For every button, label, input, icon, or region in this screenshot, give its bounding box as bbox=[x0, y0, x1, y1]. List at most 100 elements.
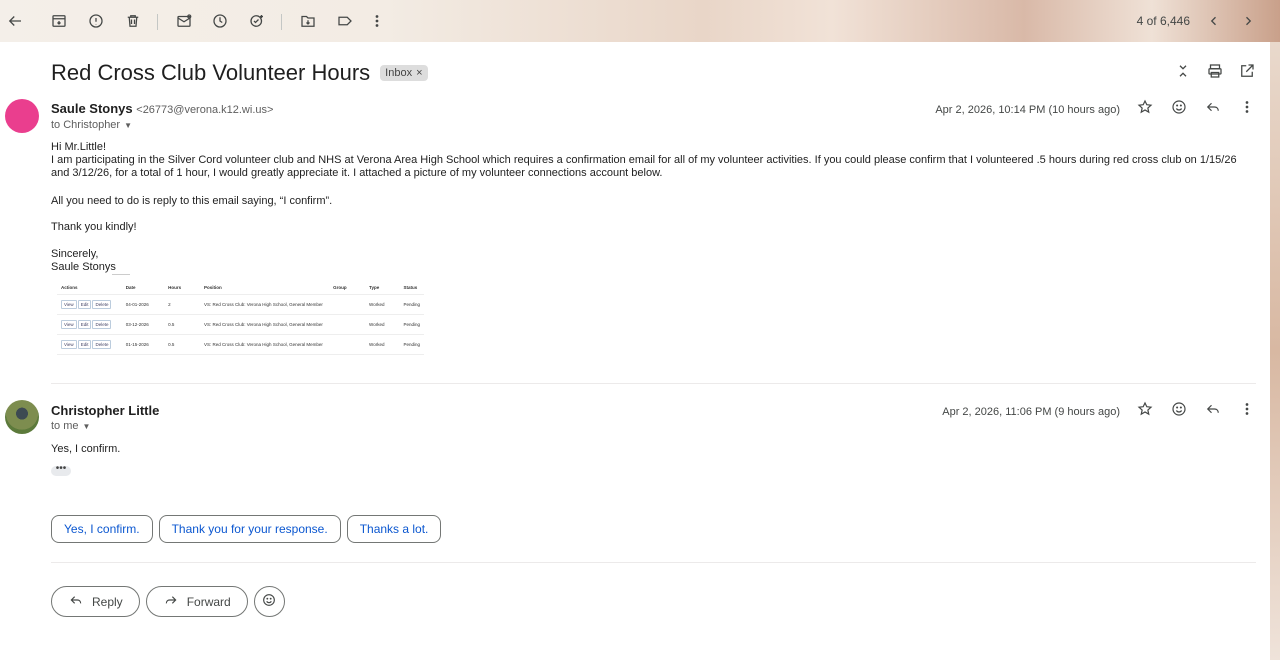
cell-group bbox=[329, 294, 366, 315]
cell-position: VS: Red Cross Club: Verona High School, … bbox=[200, 334, 330, 355]
more-vertical-icon[interactable] bbox=[366, 10, 388, 32]
open-new-window-icon[interactable] bbox=[1238, 62, 1256, 85]
column-header: Status bbox=[399, 281, 424, 295]
email-subject: Red Cross Club Volunteer Hours bbox=[51, 60, 371, 85]
cell-status: Pending bbox=[399, 334, 424, 355]
message-date: Apr 2, 2026, 11:06 PM (9 hours ago) bbox=[942, 405, 1120, 418]
print-icon[interactable] bbox=[1206, 62, 1224, 85]
delete-button: Delete bbox=[92, 320, 112, 329]
forward-label: Forward bbox=[186, 594, 231, 609]
table-header-row: Actions Date Hours Position Group Type S… bbox=[57, 281, 424, 295]
reply-button[interactable]: Reply bbox=[51, 586, 140, 617]
body-paragraph: Thank you kindly! bbox=[51, 221, 137, 233]
column-header: Group bbox=[329, 281, 366, 295]
subject-row: Red Cross Club Volunteer Hours Inbox × bbox=[51, 60, 428, 86]
mark-unread-icon[interactable] bbox=[173, 10, 195, 32]
snooze-icon[interactable] bbox=[209, 10, 231, 32]
signature: Saule Stonys bbox=[51, 261, 116, 273]
sender-email: <26773@verona.k12.wi.us> bbox=[136, 104, 274, 116]
actions-divider bbox=[51, 562, 1256, 563]
sender-name[interactable]: Christopher Little bbox=[51, 403, 159, 418]
smart-reply-button[interactable]: Thanks a lot. bbox=[346, 515, 442, 543]
edit-button: Edit bbox=[77, 340, 92, 349]
archive-icon[interactable] bbox=[48, 10, 70, 32]
emoji-react-icon[interactable] bbox=[1170, 98, 1188, 121]
cell-type: Worked bbox=[365, 314, 400, 335]
cell-group bbox=[329, 334, 366, 355]
reply-label: Reply bbox=[92, 594, 123, 609]
recipient-text: to me bbox=[51, 420, 79, 432]
message-date: Apr 2, 2026, 10:14 PM (10 hours ago) bbox=[935, 103, 1120, 116]
inbox-label-chip[interactable]: Inbox × bbox=[380, 65, 428, 81]
star-icon[interactable] bbox=[1136, 400, 1154, 423]
older-chevron-icon[interactable] bbox=[1237, 10, 1259, 32]
cell-group bbox=[329, 314, 366, 335]
column-header: Hours bbox=[164, 281, 201, 295]
edit-button: Edit bbox=[77, 320, 92, 329]
body-paragraph-line: I am participating in the Silver Cord vo… bbox=[51, 154, 1237, 166]
forward-icon bbox=[163, 592, 179, 611]
smart-reply-button[interactable]: Thank you for your response. bbox=[158, 515, 341, 543]
emoji-icon bbox=[261, 592, 277, 611]
sender-name[interactable]: Saule Stonys bbox=[51, 101, 133, 116]
background-edge bbox=[1270, 42, 1280, 660]
column-header: Actions bbox=[57, 281, 122, 295]
cell-status: Pending bbox=[399, 314, 424, 335]
row-actions: View Edit Delete bbox=[57, 334, 122, 355]
delete-button: Delete bbox=[92, 340, 112, 349]
view-button: View bbox=[61, 300, 77, 309]
caret-down-icon[interactable]: ▼ bbox=[83, 422, 91, 431]
emoji-react-button[interactable] bbox=[253, 586, 285, 617]
message-counter: 4 of 6,446 bbox=[1136, 14, 1190, 28]
sender-line: Saule Stonys <26773@verona.k12.wi.us> bbox=[51, 101, 273, 116]
signature-divider bbox=[112, 274, 130, 275]
delete-icon[interactable] bbox=[122, 10, 144, 32]
row-actions: View Edit Delete bbox=[57, 314, 122, 335]
show-trimmed-content-button[interactable]: ••• bbox=[51, 464, 71, 476]
toolbar: 4 of 6,446 bbox=[0, 0, 1280, 42]
newer-chevron-icon[interactable] bbox=[1203, 10, 1225, 32]
forward-button[interactable]: Forward bbox=[145, 586, 248, 617]
cell-date: 01-15-2026 bbox=[121, 334, 165, 355]
column-header: Date bbox=[121, 281, 165, 295]
greeting: Hi Mr.Little! bbox=[51, 141, 107, 153]
reply-icon bbox=[68, 592, 84, 611]
recipient-text: to Christopher bbox=[51, 119, 121, 131]
recipient-toggle[interactable]: to me ▼ bbox=[51, 420, 90, 432]
cell-hours: 0.5 bbox=[164, 314, 201, 335]
label-chip-text: Inbox bbox=[385, 67, 413, 79]
table-row: View Edit Delete 04-01-2026 2 VS: Red Cros… bbox=[57, 294, 424, 315]
message-meta: Apr 2, 2026, 11:06 PM (9 hours ago) bbox=[942, 400, 1256, 423]
reply-icon[interactable] bbox=[1204, 98, 1222, 121]
remove-label-icon[interactable]: × bbox=[416, 67, 422, 79]
cell-hours: 0.5 bbox=[164, 334, 201, 355]
star-icon[interactable] bbox=[1136, 98, 1154, 121]
cell-date: 04-01-2026 bbox=[121, 294, 165, 315]
add-task-icon[interactable] bbox=[246, 10, 268, 32]
reply-icon[interactable] bbox=[1204, 400, 1222, 423]
cell-type: Worked bbox=[365, 294, 400, 315]
compose-actions: Reply Forward bbox=[51, 586, 285, 617]
back-arrow-icon[interactable] bbox=[4, 10, 26, 32]
cell-type: Worked bbox=[365, 334, 400, 355]
expand-collapse-icon[interactable] bbox=[1174, 62, 1192, 85]
reply-body: Yes, I confirm. bbox=[51, 443, 121, 455]
recipient-toggle[interactable]: to Christopher ▼ bbox=[51, 119, 132, 131]
body-paragraph: All you need to do is reply to this emai… bbox=[51, 195, 333, 207]
table-row: View Edit Delete 03-12-2026 0.5 VS: Red Cr… bbox=[57, 314, 424, 335]
column-header: Position bbox=[200, 281, 330, 295]
cell-position: VS: Red Cross Club: Verona High School, … bbox=[200, 314, 330, 335]
more-vertical-icon[interactable] bbox=[1238, 98, 1256, 121]
more-vertical-icon[interactable] bbox=[1238, 400, 1256, 423]
avatar[interactable] bbox=[5, 400, 39, 434]
avatar[interactable] bbox=[5, 99, 39, 133]
caret-down-icon[interactable]: ▼ bbox=[124, 121, 132, 130]
label-icon[interactable] bbox=[334, 10, 356, 32]
smart-reply-button[interactable]: Yes, I confirm. bbox=[51, 515, 153, 543]
view-button: View bbox=[61, 320, 77, 329]
report-spam-icon[interactable] bbox=[85, 10, 107, 32]
move-to-icon[interactable] bbox=[297, 10, 319, 32]
emoji-react-icon[interactable] bbox=[1170, 400, 1188, 423]
view-button: View bbox=[61, 340, 77, 349]
table-row: View Edit Delete 01-15-2026 0.5 VS: Red Cr… bbox=[57, 334, 424, 355]
